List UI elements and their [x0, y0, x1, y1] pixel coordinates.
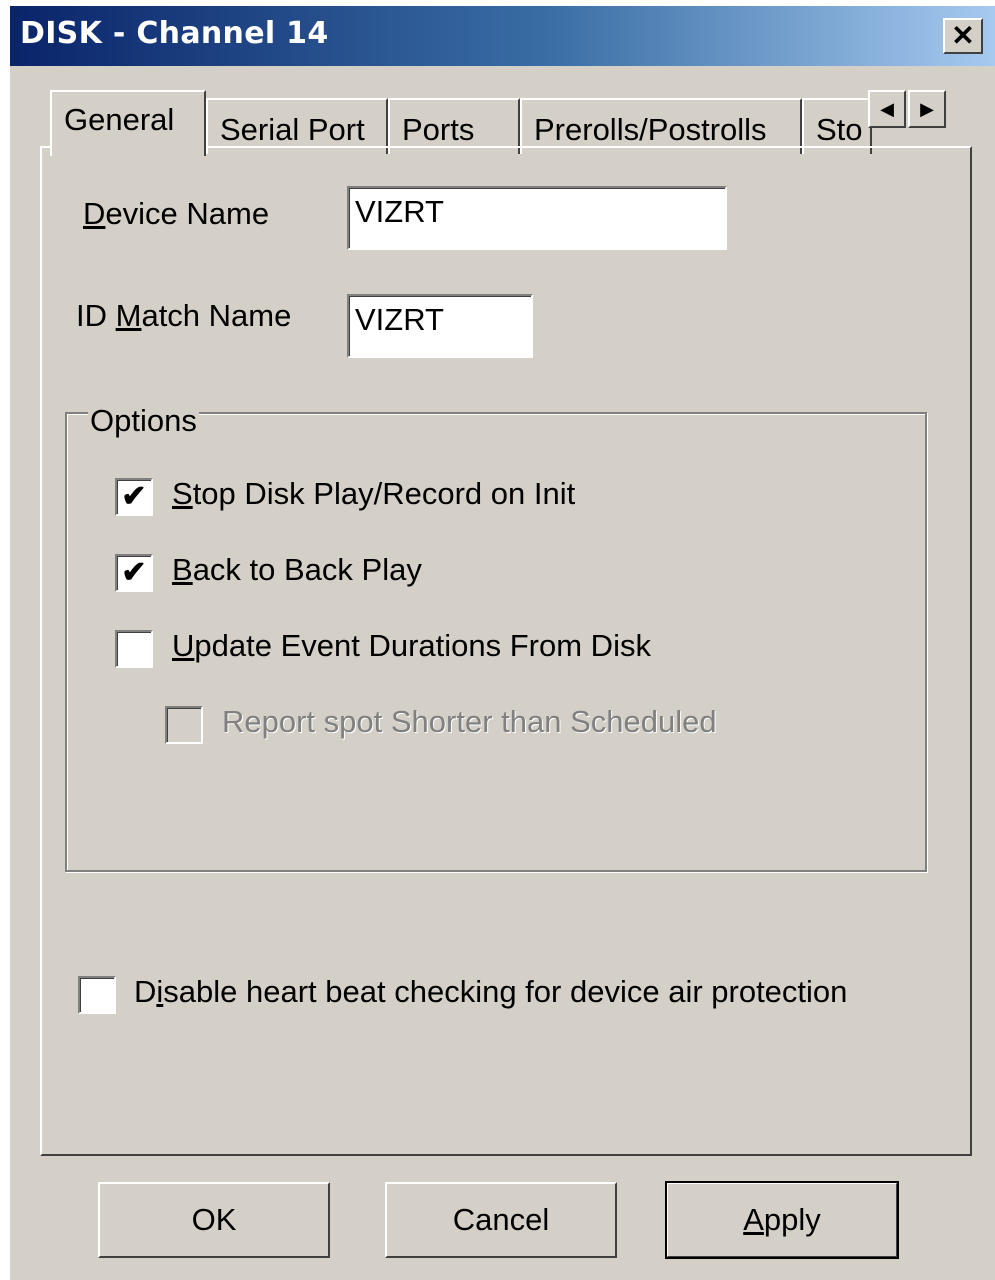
back-to-back-play-label[interactable]: Back to Back Play [172, 552, 422, 588]
apply-button-label: Apply [743, 1202, 821, 1237]
device-name-label: Device Name [83, 196, 270, 231]
device-name-field[interactable]: VIZRT [347, 186, 727, 250]
apply-button[interactable]: Apply [665, 1181, 899, 1259]
close-icon: ✕ [951, 20, 975, 51]
ok-button[interactable]: OK [98, 1182, 330, 1258]
report-spot-shorter-checkbox [165, 706, 203, 744]
cancel-button-label: Cancel [452, 1202, 550, 1237]
tab-scroll-left-button[interactable]: ◀ [868, 90, 906, 128]
tab-label: Prerolls/Postrolls [534, 112, 767, 147]
tab-label: Sto [816, 112, 863, 147]
window-title: DISK - Channel 14 [20, 16, 329, 51]
disable-heartbeat-checkbox[interactable] [78, 976, 116, 1014]
tab-scroll-right-button[interactable]: ▶ [908, 90, 946, 128]
tab-general[interactable]: General [50, 90, 206, 156]
tab-label: General [64, 102, 175, 137]
title-bar: DISK - Channel 14 ✕ [10, 6, 995, 66]
close-button[interactable]: ✕ [943, 18, 983, 54]
back-to-back-play-checkbox[interactable]: ✔ [115, 554, 153, 592]
update-event-durations-checkbox[interactable] [115, 630, 153, 668]
cancel-button[interactable]: Cancel [385, 1182, 617, 1258]
check-icon: ✔ [121, 480, 147, 513]
update-event-durations-label[interactable]: Update Event Durations From Disk [172, 628, 651, 664]
tab-label: Ports [402, 112, 475, 147]
ok-button-label: OK [191, 1202, 237, 1237]
arrow-left-icon: ◀ [880, 98, 894, 119]
id-match-name-field[interactable]: VIZRT [347, 294, 533, 358]
disable-heartbeat-label[interactable]: Disable heart beat checking for device a… [134, 974, 847, 1010]
options-group-title: Options [88, 403, 199, 439]
id-match-name-label: ID Match Name [76, 298, 292, 333]
check-icon: ✔ [121, 556, 147, 589]
arrow-right-icon: ▶ [920, 98, 934, 119]
tab-label: Serial Port [220, 112, 365, 147]
report-spot-shorter-label: Report spot Shorter than Scheduled [222, 704, 717, 739]
dialog-window: DISK - Channel 14 ✕ General Serial Port … [10, 6, 995, 1280]
stop-disk-play-label[interactable]: Stop Disk Play/Record on Init [172, 476, 575, 512]
stop-disk-play-checkbox[interactable]: ✔ [115, 478, 153, 516]
